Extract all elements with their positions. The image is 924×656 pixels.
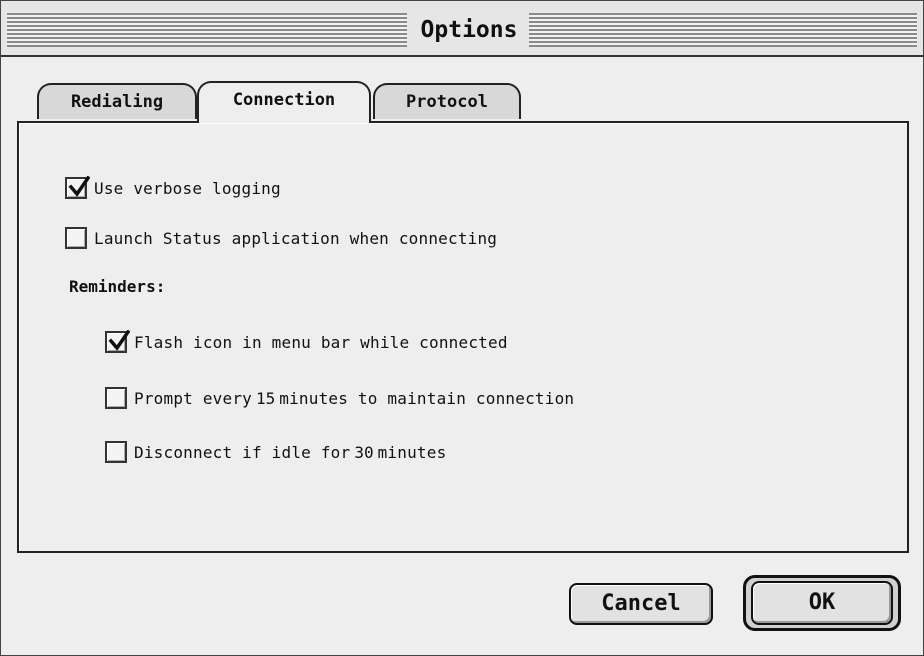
disconnect-prefix-label: Disconnect if idle for [134, 442, 351, 462]
prompt-prefix-label: Prompt every [134, 388, 252, 408]
title-bar-stripes-left [7, 13, 407, 47]
disconnect-checkbox[interactable] [105, 441, 127, 463]
flash-icon-row: Flash icon in menu bar while connected [105, 329, 508, 355]
prompt-row: Prompt every 15 minutes to maintain conn… [105, 385, 574, 411]
launch-status-label: Launch Status application when connectin… [94, 228, 498, 248]
title-bar[interactable]: Options [1, 1, 923, 57]
cancel-button[interactable]: Cancel [569, 583, 713, 625]
ok-button[interactable]: OK [751, 581, 893, 625]
tab-protocol[interactable]: Protocol [373, 83, 521, 119]
launch-status-checkbox[interactable] [65, 227, 87, 249]
connection-panel: Use verbose logging Launch Status applic… [17, 121, 909, 553]
prompt-minutes-value[interactable]: 15 [252, 389, 279, 408]
flash-icon-label: Flash icon in menu bar while connected [134, 332, 508, 352]
verbose-logging-checkbox[interactable] [65, 176, 90, 199]
window-title: Options [420, 17, 518, 43]
tab-redialing[interactable]: Redialing [37, 83, 197, 119]
title-bar-stripes-right [529, 13, 917, 47]
prompt-suffix-label: minutes to maintain connection [279, 388, 575, 408]
prompt-checkbox[interactable] [105, 387, 127, 409]
disconnect-suffix-label: minutes [377, 442, 447, 462]
checkmark-icon [108, 330, 130, 351]
checkmark-icon [68, 176, 90, 197]
reminders-heading: Reminders: [69, 277, 166, 296]
flash-icon-checkbox[interactable] [105, 330, 130, 353]
verbose-logging-row: Use verbose logging [65, 175, 281, 201]
disconnect-row: Disconnect if idle for 30 minutes [105, 439, 446, 465]
verbose-logging-label: Use verbose logging [94, 178, 281, 198]
launch-status-row: Launch Status application when connectin… [65, 225, 497, 251]
tab-connection[interactable]: Connection [197, 81, 371, 123]
options-dialog: Options Redialing Connection Protocol Us… [0, 0, 924, 656]
disconnect-minutes-value[interactable]: 30 [350, 443, 377, 462]
